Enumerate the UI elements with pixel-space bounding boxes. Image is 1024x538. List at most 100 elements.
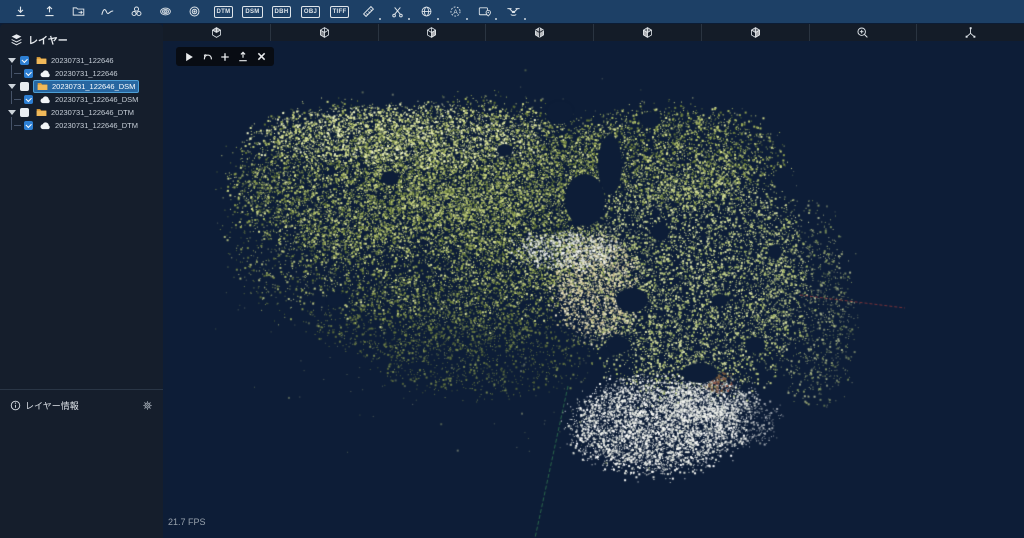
contours-button[interactable] bbox=[151, 0, 180, 23]
image-pin-icon bbox=[478, 5, 492, 18]
layers-panel: レイヤー 20230731_12264620230731_12264620230… bbox=[0, 24, 163, 538]
tree-guide-line bbox=[14, 99, 21, 100]
app-window: DTM DSM DBH OBJ TIFF A bbox=[0, 0, 1024, 538]
folder-icon bbox=[37, 82, 48, 91]
zoom-in-icon bbox=[856, 26, 869, 39]
layers-icon bbox=[10, 33, 23, 46]
layer-tree-row[interactable]: 20230731_122646_DTM bbox=[0, 106, 163, 119]
sidebar-divider bbox=[0, 389, 163, 390]
layer-info-row[interactable]: レイヤー情報 bbox=[0, 395, 163, 415]
viewport-3d: 21.7 FPS bbox=[163, 41, 1024, 538]
dbh-label: DBH bbox=[272, 6, 292, 18]
view-cube-perspective-button[interactable] bbox=[163, 24, 270, 41]
layer-label: 20230731_122646_DSM bbox=[55, 95, 138, 104]
target-icon bbox=[188, 5, 201, 18]
layer-tree-row[interactable]: 20230731_122646_DSM bbox=[0, 93, 163, 106]
obj-label: OBJ bbox=[301, 6, 320, 18]
cube-icon bbox=[533, 26, 546, 39]
download-button[interactable] bbox=[6, 0, 35, 23]
dsm-export-button[interactable]: DSM bbox=[238, 0, 267, 23]
layer-label: 20230731_122646_DTM bbox=[51, 108, 134, 117]
cut-button[interactable] bbox=[383, 0, 412, 23]
add-button[interactable] bbox=[218, 49, 232, 64]
fps-counter: 21.7 FPS bbox=[168, 517, 206, 527]
shapes-button[interactable] bbox=[122, 0, 151, 23]
layer-item[interactable]: 20230731_122646 bbox=[33, 55, 117, 66]
view-cube-right-button[interactable] bbox=[701, 24, 809, 41]
measure-button[interactable] bbox=[354, 0, 383, 23]
folder-export-icon bbox=[72, 5, 85, 18]
layer-checkbox[interactable] bbox=[24, 95, 33, 104]
upload-button[interactable] bbox=[35, 0, 64, 23]
tree-guide-line bbox=[14, 73, 21, 74]
axes-icon bbox=[964, 26, 977, 39]
dsm-label: DSM bbox=[242, 6, 262, 18]
contours-icon bbox=[159, 5, 172, 18]
view-preset-bar bbox=[163, 24, 1024, 41]
globe-button[interactable] bbox=[412, 0, 441, 23]
layer-tree-row[interactable]: 20230731_122646 bbox=[0, 54, 163, 67]
folder-icon bbox=[36, 56, 47, 65]
close-icon bbox=[257, 52, 266, 61]
layers-panel-header: レイヤー bbox=[0, 24, 163, 53]
view-cube-front-button[interactable] bbox=[378, 24, 486, 41]
obj-export-button[interactable]: OBJ bbox=[296, 0, 325, 23]
layer-tree-row[interactable]: 20230731_122646 bbox=[0, 67, 163, 80]
dbh-export-button[interactable]: DBH bbox=[267, 0, 296, 23]
caret-down-icon[interactable] bbox=[8, 110, 16, 115]
caret-down-icon[interactable] bbox=[8, 84, 16, 89]
play-button[interactable] bbox=[182, 49, 196, 64]
drone-button[interactable] bbox=[499, 0, 528, 23]
play-icon bbox=[185, 52, 194, 62]
cube-icon bbox=[641, 26, 654, 39]
tree-guide-line bbox=[11, 91, 12, 104]
cloud-icon bbox=[40, 96, 51, 104]
view-cube-left-button[interactable] bbox=[593, 24, 701, 41]
view-cube-top-button[interactable] bbox=[270, 24, 378, 41]
svg-text:A: A bbox=[453, 9, 458, 16]
layer-checkbox[interactable] bbox=[24, 121, 33, 130]
layer-tree-row[interactable]: 20230731_122646_DSM bbox=[0, 80, 163, 93]
zoom-to-fit-button[interactable] bbox=[809, 24, 917, 41]
folder-icon bbox=[36, 108, 47, 117]
layer-item[interactable]: 20230731_122646_DTM bbox=[37, 120, 141, 131]
scissors-icon bbox=[391, 5, 404, 18]
layer-item[interactable]: 20230731_122646_DSM bbox=[33, 80, 139, 93]
auto-detect-button[interactable]: A bbox=[441, 0, 470, 23]
globe-icon bbox=[420, 5, 433, 18]
upload-tray-icon bbox=[238, 51, 248, 62]
close-button[interactable] bbox=[254, 49, 268, 64]
layer-item[interactable]: 20230731_122646_DSM bbox=[37, 94, 141, 105]
caret-down-icon[interactable] bbox=[8, 58, 16, 63]
target-button[interactable] bbox=[180, 0, 209, 23]
gear-icon[interactable] bbox=[142, 400, 153, 411]
upload-icon bbox=[43, 5, 56, 18]
layer-tree: 20230731_122646 20230731_122646 20230731_1… bbox=[0, 54, 163, 132]
cloud-icon bbox=[40, 70, 51, 78]
dtm-label: DTM bbox=[214, 6, 234, 18]
undo-button[interactable] bbox=[200, 49, 214, 64]
map-pin-export-button[interactable] bbox=[470, 0, 499, 23]
cube-icon bbox=[318, 26, 331, 39]
layer-item[interactable]: 20230731_122646 bbox=[37, 68, 121, 79]
layer-checkbox[interactable] bbox=[20, 108, 29, 117]
tiff-label: TIFF bbox=[330, 6, 350, 18]
export-button[interactable] bbox=[236, 49, 250, 64]
layer-checkbox[interactable] bbox=[20, 82, 29, 91]
view-cube-back-button[interactable] bbox=[485, 24, 593, 41]
layer-label: 20230731_122646_DSM bbox=[52, 82, 135, 91]
axes-gizmo-button[interactable] bbox=[916, 24, 1024, 41]
point-cloud-canvas[interactable] bbox=[163, 41, 1024, 538]
plus-icon bbox=[220, 52, 230, 62]
layer-checkbox[interactable] bbox=[20, 56, 29, 65]
layer-checkbox[interactable] bbox=[24, 69, 33, 78]
cube-icon bbox=[425, 26, 438, 39]
dtm-export-button[interactable]: DTM bbox=[209, 0, 238, 23]
terrain-profile-button[interactable] bbox=[93, 0, 122, 23]
layer-tree-row[interactable]: 20230731_122646_DTM bbox=[0, 119, 163, 132]
cloud-icon bbox=[40, 122, 51, 130]
tiff-export-button[interactable]: TIFF bbox=[325, 0, 354, 23]
info-icon bbox=[10, 400, 21, 411]
folder-export-button[interactable] bbox=[64, 0, 93, 23]
layer-item[interactable]: 20230731_122646_DTM bbox=[33, 107, 137, 118]
